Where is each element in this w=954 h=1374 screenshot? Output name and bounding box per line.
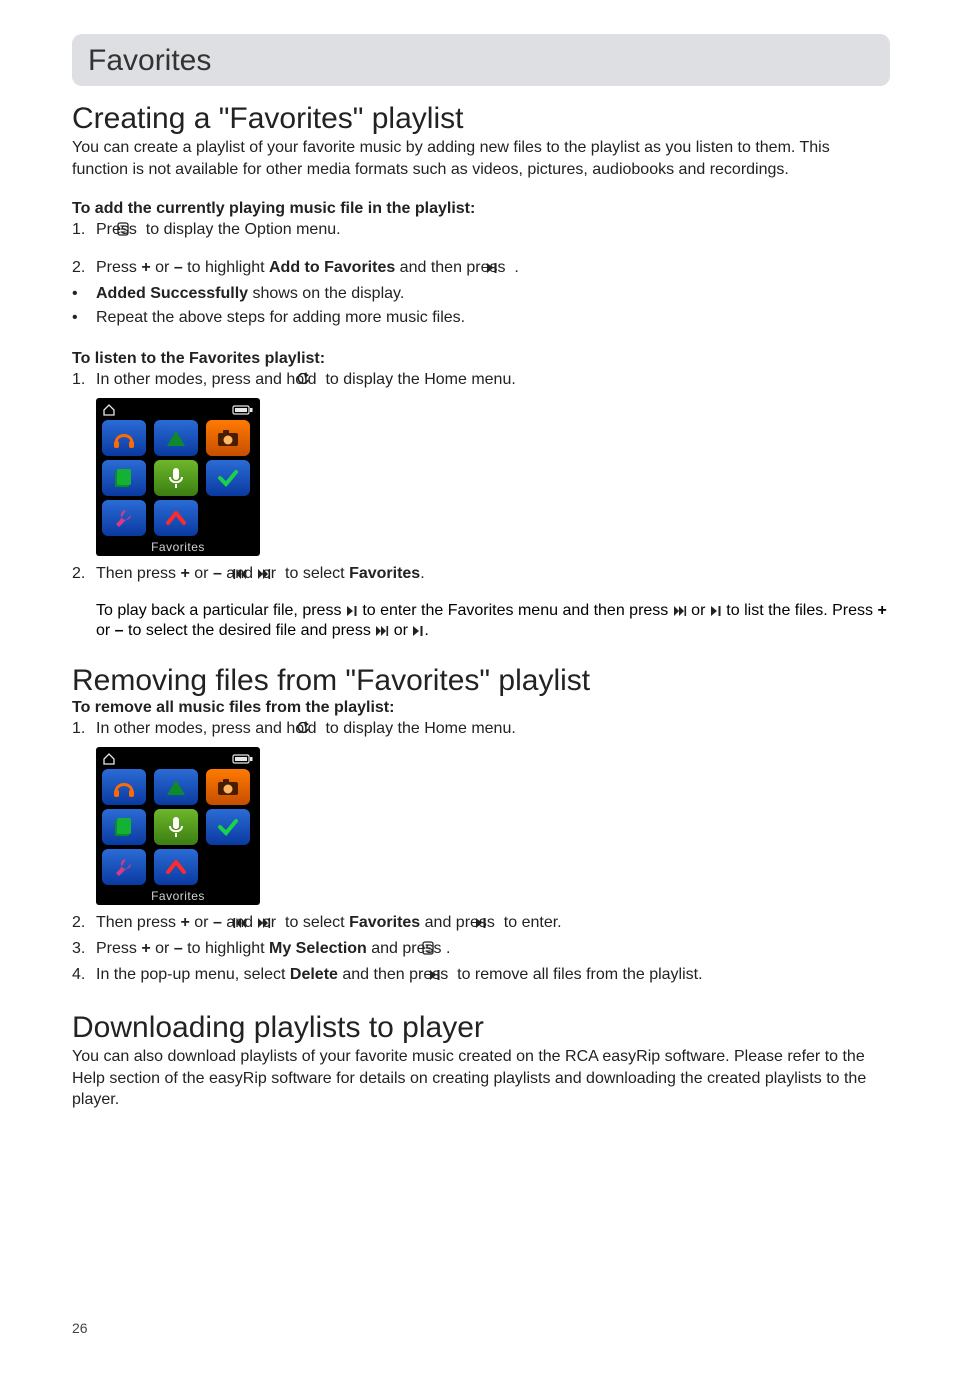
remove-step-3: 3.Press + or – to highlight My Selection… [72,937,890,963]
battery-icon [232,754,254,764]
home-cell-tool [102,500,146,536]
subheading-add: To add the currently playing music file … [72,200,890,218]
home-menu-label: Favorites [102,540,254,554]
add-step-2: 2.Press + or – to highlight Add to Favor… [72,256,890,282]
home-cell-mic [154,460,198,496]
home-icon [102,404,116,416]
next-icon [375,624,389,642]
home-cell-book [102,460,146,496]
home-cell-mic [154,809,198,845]
listen-paragraph: To play back a particular file, press to… [96,602,890,642]
add-step-1: 1.Press to display the Option menu. [72,218,890,244]
home-cell-book [102,809,146,845]
home-cell-video [154,769,198,805]
battery-icon [232,405,254,415]
heading-creating-favorites: Creating a "Favorites" playlist [72,102,890,135]
play-pause-icon [412,624,424,642]
home-cell-video [154,420,198,456]
home-menu-label: Favorites [102,889,254,903]
home-cell-camera [206,769,250,805]
play-pause-icon [710,604,722,622]
section-header-bar: Favorites [72,34,890,86]
home-cell-check [206,809,250,845]
add-bullet-1: •Added Successfully shows on the display… [72,282,890,306]
remove-step-1: 1.In other modes, press and hold to disp… [72,717,890,743]
add-bullet-2: •Repeat the above steps for adding more … [72,306,890,330]
home-cell-headphones [102,769,146,805]
remove-step-2: 2.Then press + or – and or to select Fav… [72,911,890,937]
home-cell-camera [206,420,250,456]
subheading-remove: To remove all music files from the playl… [72,699,890,717]
home-menu-screenshot: Favorites [96,398,260,556]
paragraph-downloading: You can also download playlists of your … [72,1046,890,1111]
home-cell-check [206,460,250,496]
home-cell-tool [102,849,146,885]
next-icon [673,604,687,622]
listen-step-2: 2.Then press + or – and or to select Fav… [72,562,890,588]
listen-step-1: 1.In other modes, press and hold to disp… [72,368,890,394]
home-menu-screenshot: Favorites [96,747,260,905]
home-cell-favorites [154,500,198,536]
subheading-listen: To listen to the Favorites playlist: [72,350,890,368]
heading-downloading: Downloading playlists to player [72,1011,890,1044]
home-icon [102,753,116,765]
home-cell-headphones [102,420,146,456]
play-pause-icon [346,604,358,622]
page-number: 26 [72,1320,88,1336]
remove-step-4: 4.In the pop-up menu, select Delete and … [72,963,890,989]
heading-removing-favorites: Removing files from "Favorites" playlist [72,664,890,697]
intro-creating: You can create a playlist of your favori… [72,137,890,180]
section-title: Favorites [88,44,872,78]
home-cell-favorites [154,849,198,885]
